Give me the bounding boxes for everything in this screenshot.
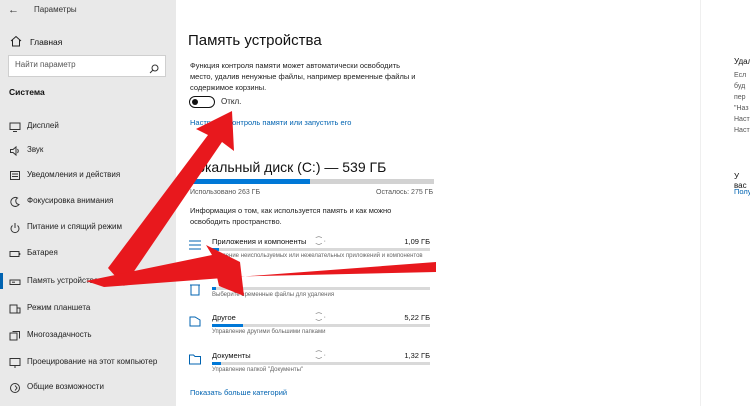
disk-title: Локальный диск (C:) — 539 ГБ xyxy=(188,159,387,175)
sidebar-item-battery[interactable]: Батарея xyxy=(0,242,176,264)
disk-usage-fill xyxy=(190,179,310,184)
other-icon xyxy=(188,314,202,328)
category-temp-files[interactable]: Выберите временные файлы для удаления xyxy=(186,279,436,307)
sidebar-item-storage[interactable]: Память устройства xyxy=(0,270,176,292)
display-icon xyxy=(9,120,21,132)
sidebar-item-shared-experiences[interactable]: Общие возможности xyxy=(0,376,176,398)
category-name: Приложения и компоненты xyxy=(212,237,307,246)
home-label: Главная xyxy=(30,37,63,47)
search-icon[interactable] xyxy=(149,61,159,79)
related-heading: Удал xyxy=(734,57,750,66)
search-box[interactable] xyxy=(8,55,166,77)
related-text: Наст xyxy=(734,127,750,134)
sidebar-item-label: Проецирование на этот компьютер xyxy=(27,357,158,366)
home-button[interactable]: Главная xyxy=(0,31,176,53)
category-size: 1,32 ГБ xyxy=(404,351,430,360)
sidebar-item-label: Общие возможности xyxy=(27,382,104,391)
battery-icon xyxy=(9,247,21,259)
related-link[interactable]: Полу xyxy=(734,187,750,196)
category-usage-bar xyxy=(212,248,430,251)
loading-indicator: ⁐ · xyxy=(316,238,326,245)
sidebar-item-label: Питание и спящий режим xyxy=(27,222,123,231)
related-text: буд xyxy=(734,83,746,90)
home-icon xyxy=(9,34,23,53)
related-text: Наст xyxy=(734,116,750,123)
category-usage-fill xyxy=(212,362,221,365)
sidebar-item-label: Дисплей xyxy=(27,121,59,130)
sidebar-item-label: Фокусировка внимания xyxy=(27,196,114,205)
temp-files-icon xyxy=(188,282,202,296)
tablet-mode-icon xyxy=(9,302,21,314)
category-usage-bar xyxy=(212,287,430,290)
sidebar-item-label: Память устройства xyxy=(27,276,99,285)
category-apps[interactable]: Приложения и компоненты ⁐ · 1,09 ГБ Удал… xyxy=(186,235,436,263)
storage-info: Информация о том, как используется памят… xyxy=(190,206,392,226)
category-usage-fill xyxy=(212,287,217,290)
back-arrow-icon[interactable]: ← xyxy=(8,4,19,16)
storage-sense-toggle[interactable] xyxy=(189,96,215,108)
sidebar-item-power[interactable]: Питание и спящий режим xyxy=(0,216,176,238)
related-text: пер xyxy=(734,94,746,101)
power-icon xyxy=(9,221,21,234)
sound-icon xyxy=(9,144,21,157)
notifications-icon xyxy=(9,169,21,181)
sidebar-item-notifications[interactable]: Уведомления и действия xyxy=(0,164,176,186)
search-input[interactable] xyxy=(15,60,145,69)
loading-indicator: ⁐ · xyxy=(316,314,326,321)
category-size: 1,09 ГБ xyxy=(404,237,430,246)
category-name: Другое xyxy=(212,313,236,322)
related-text: Есл xyxy=(734,72,747,79)
storage-sense-description: Функция контроля памяти может автоматиче… xyxy=(190,61,416,92)
category-description: Управление другими большими папками xyxy=(212,329,326,335)
category-description: Выберите временные файлы для удаления xyxy=(212,292,335,298)
pane-divider xyxy=(700,0,701,406)
sidebar-item-multitasking[interactable]: Многозадачность xyxy=(0,324,176,346)
documents-icon xyxy=(188,352,202,366)
configure-storage-sense-link[interactable]: Настроить контроль памяти или запустить … xyxy=(190,118,351,127)
sidebar-item-focus-assist[interactable]: Фокусировка внимания xyxy=(0,190,176,212)
window-title: Параметры xyxy=(34,5,77,14)
toggle-state-label: Откл. xyxy=(221,97,242,106)
multitasking-icon xyxy=(9,329,21,341)
loading-indicator: ⁐ · xyxy=(316,352,326,359)
category-description: Удаление неиспользуемых или нежелательны… xyxy=(212,253,423,259)
used-space: Использовано 263 ГБ xyxy=(190,189,261,196)
apps-icon xyxy=(188,238,202,252)
category-size: 5,22 ГБ xyxy=(404,313,430,322)
sidebar-item-label: Многозадачность xyxy=(27,330,92,339)
category-usage-fill xyxy=(212,248,219,251)
category-usage-bar xyxy=(212,362,430,365)
sidebar: ← Параметры Главная Система Дисплей Звук… xyxy=(0,0,176,406)
sidebar-item-label: Уведомления и действия xyxy=(27,170,121,179)
disk-usage-bar xyxy=(190,179,434,184)
active-indicator xyxy=(0,273,3,289)
storage-icon xyxy=(9,275,21,287)
shared-experiences-icon xyxy=(9,381,21,393)
category-name: Документы xyxy=(212,351,251,360)
category-usage-bar xyxy=(212,324,430,327)
sidebar-item-label: Звук xyxy=(27,145,44,154)
page-title: Память устройства xyxy=(188,32,322,49)
free-space: Осталось: 275 ГБ xyxy=(376,189,434,196)
related-text: "Наз xyxy=(734,105,749,112)
section-heading: Система xyxy=(9,87,45,97)
sidebar-item-projecting[interactable]: Проецирование на этот компьютер xyxy=(0,351,176,373)
category-other[interactable]: Другое ⁐ · 5,22 ГБ Управление другими бо… xyxy=(186,311,436,339)
title-bar: ← Параметры xyxy=(0,0,176,20)
sidebar-item-label: Батарея xyxy=(27,248,58,257)
sidebar-item-display[interactable]: Дисплей xyxy=(0,115,176,137)
category-usage-fill xyxy=(212,324,243,327)
sidebar-item-label: Режим планшета xyxy=(27,303,91,312)
category-documents[interactable]: Документы ⁐ · 1,32 ГБ Управление папкой … xyxy=(186,349,436,377)
projecting-icon xyxy=(9,356,21,368)
category-description: Управление папкой "Документы" xyxy=(212,367,304,373)
show-more-categories-link[interactable]: Показать больше категорий xyxy=(190,388,287,397)
focus-assist-icon xyxy=(9,195,21,207)
sidebar-item-sound[interactable]: Звук xyxy=(0,139,176,161)
sidebar-item-tablet-mode[interactable]: Режим планшета xyxy=(0,297,176,319)
toggle-knob xyxy=(192,98,198,105)
